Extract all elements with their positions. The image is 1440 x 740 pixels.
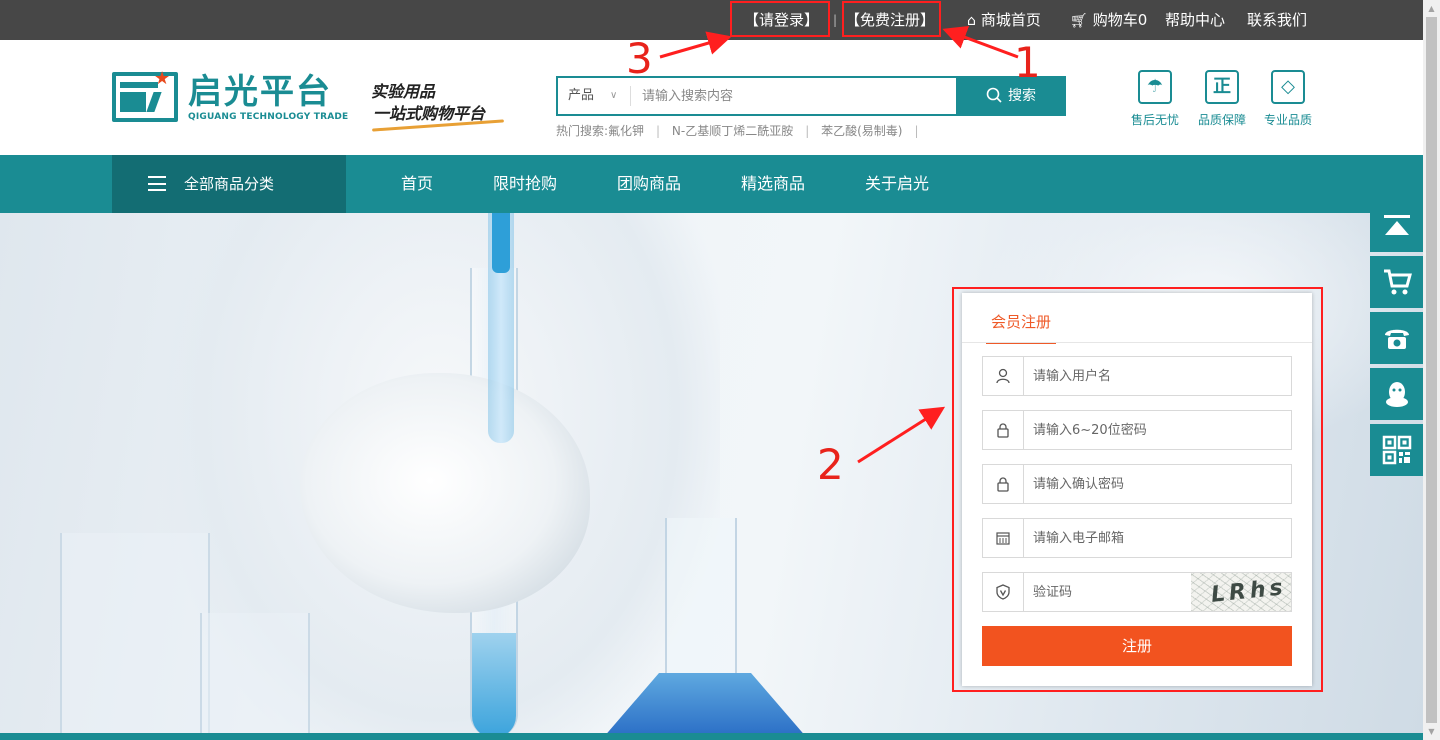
cart-icon	[1383, 269, 1412, 295]
side-qrcode-button[interactable]	[1370, 424, 1423, 476]
arrow-up-icon	[1383, 215, 1410, 235]
qq-penguin-icon	[1385, 382, 1408, 407]
annotation-number-3: 3	[626, 34, 653, 83]
phone-icon	[1384, 329, 1409, 349]
annotation-number-2: 2	[817, 440, 844, 489]
scroll-down-arrow-icon[interactable]: ▼	[1423, 723, 1440, 740]
scrollbar-thumb[interactable]	[1426, 17, 1437, 723]
back-to-top-button[interactable]	[1370, 200, 1423, 252]
side-qq-button[interactable]	[1370, 368, 1423, 420]
scroll-up-arrow-icon[interactable]: ▲	[1423, 0, 1440, 17]
annotation-number-1: 1	[1014, 38, 1041, 87]
qrcode-icon	[1382, 435, 1411, 465]
annotation-arrows	[659, 26, 1019, 464]
side-cart-button[interactable]	[1370, 256, 1423, 308]
side-phone-button[interactable]	[1370, 312, 1423, 364]
